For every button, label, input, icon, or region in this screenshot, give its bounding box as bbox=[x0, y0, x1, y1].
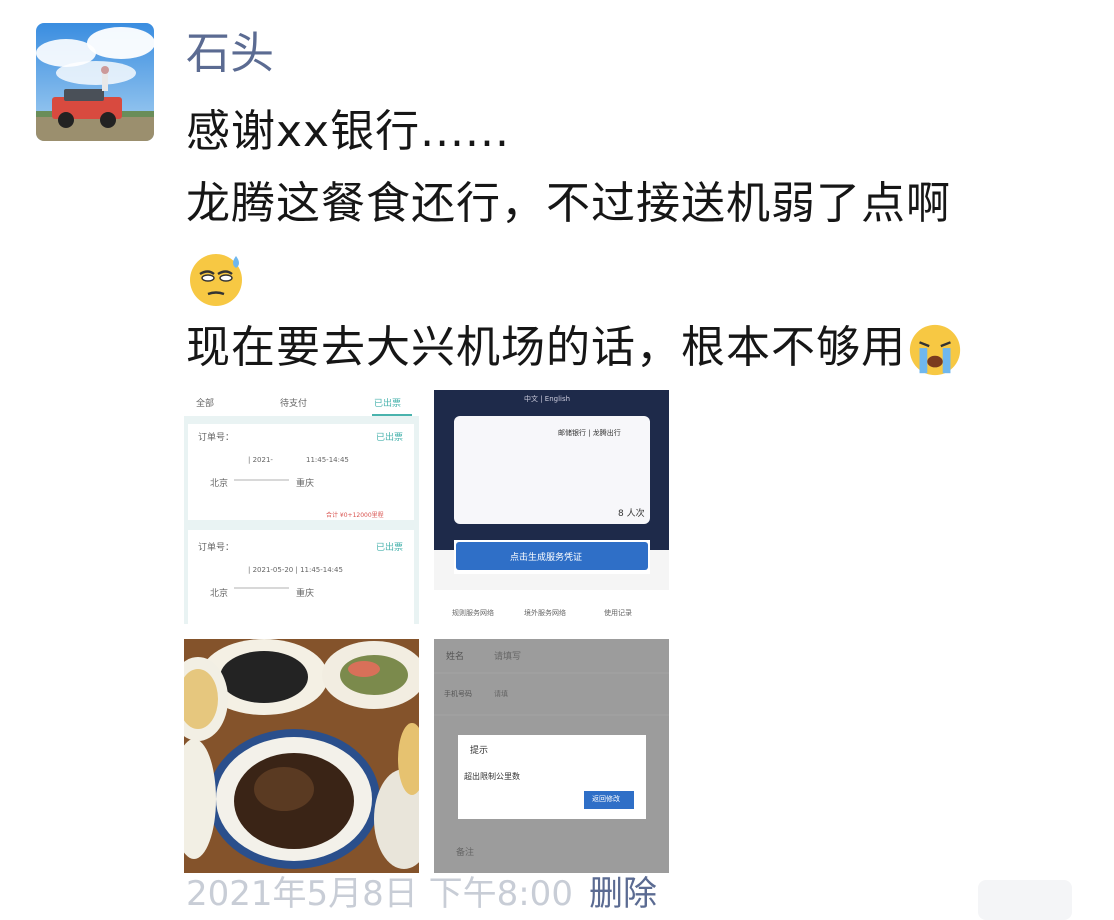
photo-service-card[interactable]: 中文 | English 邮储银行 | 龙腾出行 8 人次 点击生成服务凭证 规… bbox=[434, 390, 669, 624]
tab-issued: 已出票 bbox=[374, 399, 402, 409]
order1-from: 北京 bbox=[210, 479, 229, 489]
order2-status: 已出票 bbox=[376, 543, 404, 553]
author-name[interactable]: 石头 bbox=[186, 24, 274, 84]
order1-time: 11:45-14:45 bbox=[306, 456, 349, 464]
tab-pending: 待支付 bbox=[280, 399, 308, 409]
post-meta: 2021年5月8日 下午8:00 删除 bbox=[186, 866, 657, 915]
order2-label: 订单号： bbox=[198, 543, 235, 553]
delete-link[interactable]: 删除 bbox=[589, 874, 657, 914]
order1-date: | 2021- bbox=[248, 456, 273, 464]
form-remark-label: 备注 bbox=[456, 848, 475, 858]
link-rules: 规则服务网络 bbox=[452, 609, 494, 617]
form-phone-label: 手机号码 bbox=[444, 690, 472, 698]
link-records: 使用记录 bbox=[604, 609, 632, 617]
card-brand: 邮储银行 | 龙腾出行 bbox=[558, 429, 621, 437]
form-dialog-screenshot bbox=[434, 639, 669, 873]
photo-form-dialog[interactable]: 姓名 请填写 手机号码 请填 提示 超出限制公里数 返回修改 备注 bbox=[434, 639, 669, 873]
dialog-title: 提示 bbox=[470, 746, 489, 756]
post-line-1: 感谢xx银行...... bbox=[186, 106, 510, 157]
order1-total: 合计 ¥0+12000里程 bbox=[326, 512, 384, 519]
order1-label: 订单号： bbox=[198, 433, 235, 443]
form-name-value: 请填写 bbox=[494, 652, 522, 662]
post-line-3-text: 现在要去大兴机场的话，根本不够用 bbox=[186, 322, 906, 373]
card-count: 8 人次 bbox=[618, 509, 645, 519]
post-line-2: 龙腾这餐食还行，不过接送机弱了点啊 bbox=[186, 178, 951, 229]
form-phone-value: 请填 bbox=[494, 690, 508, 698]
avatar[interactable] bbox=[36, 23, 154, 141]
post-text: 感谢xx银行...... 龙腾这餐食还行，不过接送机弱了点啊 现在要去大兴机场的… bbox=[186, 96, 1086, 384]
photo-meal[interactable] bbox=[184, 639, 419, 873]
tab-all: 全部 bbox=[196, 399, 215, 409]
timestamp: 2021年5月8日 下午8:00 bbox=[186, 874, 573, 914]
dialog-return-button: 返回修改 bbox=[592, 795, 620, 803]
dialog-message: 超出限制公里数 bbox=[464, 772, 520, 781]
meal-photo bbox=[184, 639, 419, 873]
order1-to: 重庆 bbox=[296, 479, 315, 489]
order2-from: 北京 bbox=[210, 589, 229, 599]
crying-face-icon bbox=[909, 324, 961, 376]
post-line-emoji bbox=[186, 240, 1086, 312]
link-overseas: 境外服务网络 bbox=[524, 609, 566, 617]
photo-order-list[interactable]: 全部 待支付 已出票 订单号： 已出票 | 2021- 11:45-14:45 … bbox=[184, 390, 419, 624]
more-actions-button[interactable] bbox=[978, 880, 1072, 920]
order2-date: | 2021-05-20 | 11:45-14:45 bbox=[248, 566, 343, 574]
order1-status: 已出票 bbox=[376, 433, 404, 443]
sweat-smile-icon bbox=[190, 254, 242, 306]
form-name-label: 姓名 bbox=[446, 652, 465, 662]
order2-to: 重庆 bbox=[296, 589, 315, 599]
avatar-image bbox=[36, 23, 154, 141]
generate-voucher-button: 点击生成服务凭证 bbox=[510, 553, 583, 563]
post-line-3: 现在要去大兴机场的话，根本不够用 bbox=[186, 312, 1086, 384]
language-switch: 中文 | English bbox=[524, 395, 571, 403]
